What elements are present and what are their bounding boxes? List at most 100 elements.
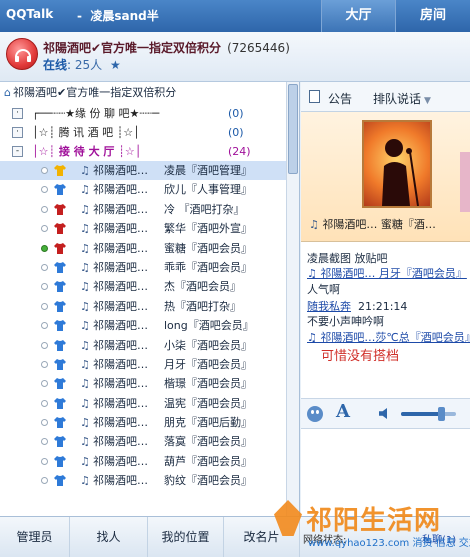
group-count: (0) bbox=[228, 126, 244, 139]
member-row[interactable]: ♫ 祁陽酒吧… 凌晨『酒吧管理』 bbox=[0, 161, 299, 181]
member-row[interactable]: ♫ 祁陽酒吧… 蜜糖『酒吧会员』 bbox=[0, 239, 299, 258]
find-user-button[interactable]: 找人 bbox=[70, 517, 148, 557]
rename-card-button[interactable]: 改名片 bbox=[224, 517, 300, 557]
music-note-icon: ♫ bbox=[80, 416, 90, 430]
member-row[interactable]: ♫ 祁陽酒吧… 小柒『酒吧会员』 bbox=[0, 336, 299, 355]
status-dot-icon bbox=[41, 302, 48, 310]
member-row[interactable]: ♫ 祁陽酒吧… 温宪『酒吧会员』 bbox=[0, 394, 299, 413]
music-note-icon: ♫ bbox=[80, 183, 90, 197]
chat-message: 可惜没有搭档 bbox=[321, 349, 400, 364]
status-dot-icon bbox=[41, 263, 48, 271]
music-note-icon: ♫ bbox=[80, 241, 90, 255]
app-name: QQTalk bbox=[6, 7, 54, 21]
my-position-button[interactable]: 我的位置 bbox=[148, 517, 224, 557]
shirt-icon bbox=[54, 242, 66, 254]
member-name: 祁陽酒吧… bbox=[93, 164, 148, 177]
shirt-icon bbox=[54, 358, 66, 370]
member-name: 祁陽酒吧… bbox=[93, 357, 148, 371]
member-name: 祁陽酒吧… bbox=[93, 280, 148, 294]
admin-button[interactable]: 管理员 bbox=[0, 517, 70, 557]
member-role: 楷璟『酒吧会员』 bbox=[164, 377, 252, 391]
tab-hall[interactable]: 大厅 bbox=[321, 0, 395, 32]
shirt-icon bbox=[54, 436, 66, 448]
chat-line: 人气啊 bbox=[307, 281, 340, 297]
member-role: 凌晨『酒吧管理』 bbox=[164, 164, 252, 177]
member-name: 祁陽酒吧… bbox=[93, 454, 148, 468]
member-row[interactable]: ♫ 祁陽酒吧… 豹纹『酒吧会员』 bbox=[0, 471, 299, 490]
member-name: 祁陽酒吧… bbox=[93, 222, 148, 236]
status-dot-icon bbox=[41, 186, 48, 194]
group-row[interactable]: - │☆┊ 接 待 大 厅 ┊☆│ (24) bbox=[0, 142, 299, 161]
music-note-icon: ♫ bbox=[80, 319, 90, 333]
music-note-icon: ♫ bbox=[80, 435, 90, 449]
chat-line: ♫ 祁陽酒吧… 月牙『酒吧会员』 bbox=[307, 265, 467, 281]
tab-notice[interactable]: 公告 bbox=[328, 90, 352, 107]
member-row[interactable]: ♫ 祁陽酒吧… 月牙『酒吧会员』 bbox=[0, 355, 299, 374]
member-name: 祁陽酒吧… bbox=[93, 338, 148, 352]
volume-slider[interactable] bbox=[401, 407, 456, 421]
member-name: 祁陽酒吧… bbox=[93, 435, 148, 449]
member-list-panel: ⌂ 祁陽酒吧✔官方唯一指定双倍积分 · ┌──┈┈★缘 份 聊 吧★┈┈─ (0) · │… bbox=[0, 82, 300, 516]
member-name: 祁陽酒吧… bbox=[93, 202, 148, 216]
group-row[interactable]: · │☆┊ 腾 讯 酒 吧 ┊☆│ (0) bbox=[0, 123, 299, 142]
chat-sender-link[interactable]: ♫ 祁陽酒吧… 月牙『酒吧会员』 bbox=[307, 267, 467, 280]
member-row[interactable]: ♫ 祁陽酒吧… 乖乖『酒吧会员』 bbox=[0, 258, 299, 277]
status-dot-icon bbox=[41, 477, 48, 485]
member-row[interactable]: ♫ 祁陽酒吧… 葫芦『酒吧会员』 bbox=[0, 452, 299, 471]
title-bar: QQTalk - 凌晨sand半 大厅 房间 bbox=[0, 0, 470, 32]
member-role: 蜜糖『酒吧会员』 bbox=[164, 241, 252, 255]
group-toggle[interactable]: · bbox=[12, 127, 23, 138]
speaker-icon[interactable] bbox=[379, 408, 387, 419]
font-icon[interactable]: A bbox=[336, 401, 350, 422]
breadcrumb[interactable]: ⌂ 祁陽酒吧✔官方唯一指定双倍积分 bbox=[0, 82, 299, 104]
home-icon: ⌂ bbox=[4, 86, 11, 99]
chat-time: 21:21:14 bbox=[358, 300, 408, 313]
group-row[interactable]: · ┌──┈┈★缘 份 聊 吧★┈┈─ (0) bbox=[0, 104, 299, 123]
member-role: long『酒吧会员』 bbox=[164, 319, 254, 333]
volume-knob[interactable] bbox=[437, 407, 445, 421]
member-row[interactable]: ♫ 祁陽酒吧… 繁华『酒吧外宣』 bbox=[0, 219, 299, 238]
online-count: 在线: 25人 ★ bbox=[43, 58, 121, 72]
speak-mode-dropdown[interactable]: 排队说话 ▼ bbox=[373, 90, 431, 107]
room-name: 祁陽酒吧✔官方唯一指定双倍积分 (7265446) bbox=[43, 41, 290, 55]
star-icon[interactable]: ★ bbox=[110, 58, 121, 72]
shirt-icon bbox=[54, 475, 66, 487]
member-row[interactable]: ♫ 祁陽酒吧… 落寞『酒吧会员』 bbox=[0, 432, 299, 451]
scrollbar-thumb[interactable] bbox=[288, 84, 298, 174]
music-note-icon: ♫ bbox=[80, 202, 90, 216]
singer-photo[interactable] bbox=[362, 120, 432, 208]
member-row[interactable]: ♫ 祁陽酒吧… 楷璟『酒吧会员』 bbox=[0, 374, 299, 393]
chat-message: 人气啊 bbox=[307, 283, 340, 296]
emoji-icon[interactable] bbox=[307, 406, 323, 422]
chat-line: 凌晨截图 放贴吧 bbox=[307, 250, 388, 266]
member-row[interactable]: ♫ 祁陽酒吧… 杰『酒吧会员』 bbox=[0, 277, 299, 296]
chevron-down-icon: ▼ bbox=[424, 96, 431, 106]
member-role: 月牙『酒吧会员』 bbox=[164, 357, 252, 371]
chat-sender-link[interactable]: ♫ 祁陽酒吧…莎℃总『酒吧会员』 bbox=[307, 331, 470, 344]
shirt-icon bbox=[54, 397, 66, 409]
group-toggle[interactable]: · bbox=[12, 108, 23, 119]
member-list-scrollbar[interactable] bbox=[286, 82, 299, 516]
room-id: (7265446) bbox=[227, 41, 290, 55]
member-row[interactable]: ♫ 祁陽酒吧… 朋克『酒吧后勤』 bbox=[0, 413, 299, 432]
chat-line: 可惜没有搭档 bbox=[307, 345, 399, 364]
member-row[interactable]: ♫ 祁陽酒吧… 欣儿『人事管理』 bbox=[0, 180, 299, 199]
member-row[interactable]: ♫ 祁陽酒吧… 冷 『酒吧打杂』 bbox=[0, 200, 299, 219]
group-toggle[interactable]: - bbox=[12, 146, 23, 157]
room-header: 祁陽酒吧✔官方唯一指定双倍积分 (7265446) 在线: 25人 ★ bbox=[0, 32, 470, 82]
music-note-icon: ♫ bbox=[80, 474, 90, 488]
private-chat-button[interactable]: 私聊(1) bbox=[422, 531, 456, 546]
shirt-icon bbox=[54, 261, 66, 273]
message-input[interactable] bbox=[301, 428, 470, 516]
tab-room[interactable]: 房间 bbox=[395, 0, 470, 32]
status-dot-icon bbox=[41, 167, 48, 174]
chat-line: 随我私奔 21:21:14 bbox=[307, 298, 407, 314]
member-name: 祁陽酒吧… bbox=[93, 416, 148, 430]
member-row[interactable]: ♫ 祁陽酒吧… 热『酒吧打杂』 bbox=[0, 297, 299, 316]
member-role: 热『酒吧打杂』 bbox=[164, 299, 241, 313]
chat-sender-link[interactable]: 随我私奔 bbox=[307, 300, 351, 313]
shirt-icon bbox=[54, 339, 66, 351]
member-row[interactable]: ♫ 祁陽酒吧… long『酒吧会员』 bbox=[0, 316, 299, 335]
music-note-icon: ♫ bbox=[80, 338, 90, 352]
music-note-icon: ♫ bbox=[80, 454, 90, 468]
